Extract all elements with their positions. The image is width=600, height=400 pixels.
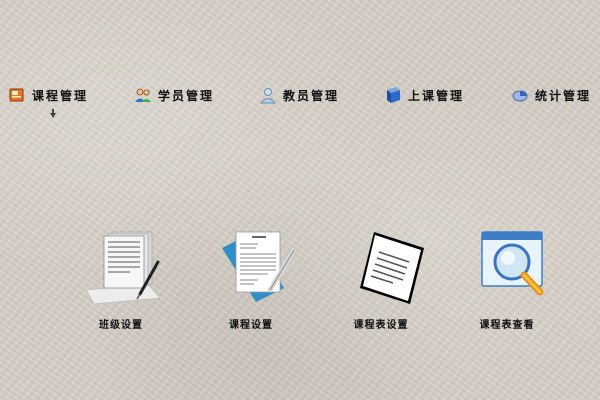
teacher-icon	[259, 88, 277, 104]
nav-item-course-management[interactable]: 课程管理	[8, 84, 88, 106]
tile-label: 课程设置	[229, 320, 273, 331]
nav-item-class-management[interactable]: 上课管理	[384, 84, 464, 106]
tile-label: 班级设置	[99, 320, 143, 331]
students-icon	[135, 88, 151, 102]
tile-course-settings[interactable]: 课程设置	[196, 228, 306, 332]
nav-label: 学员管理	[158, 88, 215, 103]
nav-label: 教员管理	[283, 88, 340, 103]
nav-item-teacher-management[interactable]: 教员管理	[259, 84, 339, 106]
tile-schedule-settings[interactable]: 课程表设置	[326, 228, 436, 332]
document-pencil-icon	[222, 231, 294, 302]
course-book-icon	[9, 88, 24, 102]
nav-label: 课程管理	[32, 88, 89, 103]
tile-label: 课程表查看	[479, 320, 535, 331]
paper-sheet-icon	[360, 232, 424, 304]
statistics-icon	[512, 90, 528, 102]
class-book-icon	[387, 87, 400, 103]
tile-label: 课程表设置	[353, 320, 409, 331]
tile-schedule-view[interactable]: 课程表查看	[452, 228, 562, 332]
tile-class-settings[interactable]: 班级设置	[66, 228, 176, 332]
hand-pointer-icon	[50, 109, 56, 118]
nav-label: 上课管理	[408, 88, 465, 103]
document-pen-icon	[85, 231, 161, 304]
top-nav: 课程管理 学员管理 教员管理 上课管理 统计管理	[0, 84, 600, 106]
nav-item-student-management[interactable]: 学员管理	[134, 84, 214, 106]
nav-item-statistics-management[interactable]: 统计管理	[511, 84, 591, 106]
magnifier-window-icon	[481, 231, 544, 296]
nav-label: 统计管理	[535, 88, 592, 103]
